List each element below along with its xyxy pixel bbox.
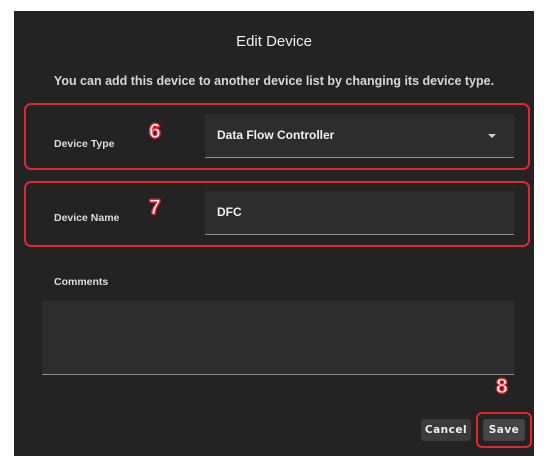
save-button[interactable]: Save [483,419,525,441]
edit-device-dialog: Edit Device You can add this device to a… [14,11,534,456]
dialog-subtitle: You can add this device to another devic… [53,74,495,88]
device-name-input[interactable]: DFC [205,191,514,235]
device-type-label: Device Type [54,138,115,150]
comments-label: Comments [54,276,109,288]
comments-textarea[interactable] [42,301,514,375]
annotation-badge-7: 7 [149,196,162,219]
device-name-label: Device Name [54,212,120,224]
device-name-value: DFC [217,205,242,219]
device-type-select[interactable]: Data Flow Controller [205,114,514,158]
dialog-title: Edit Device [236,33,312,50]
caret-down-icon [488,134,496,138]
annotation-badge-6: 6 [149,120,162,143]
annotation-badge-8: 8 [496,375,509,398]
device-type-value: Data Flow Controller [217,128,335,142]
cancel-button[interactable]: Cancel [421,419,471,441]
